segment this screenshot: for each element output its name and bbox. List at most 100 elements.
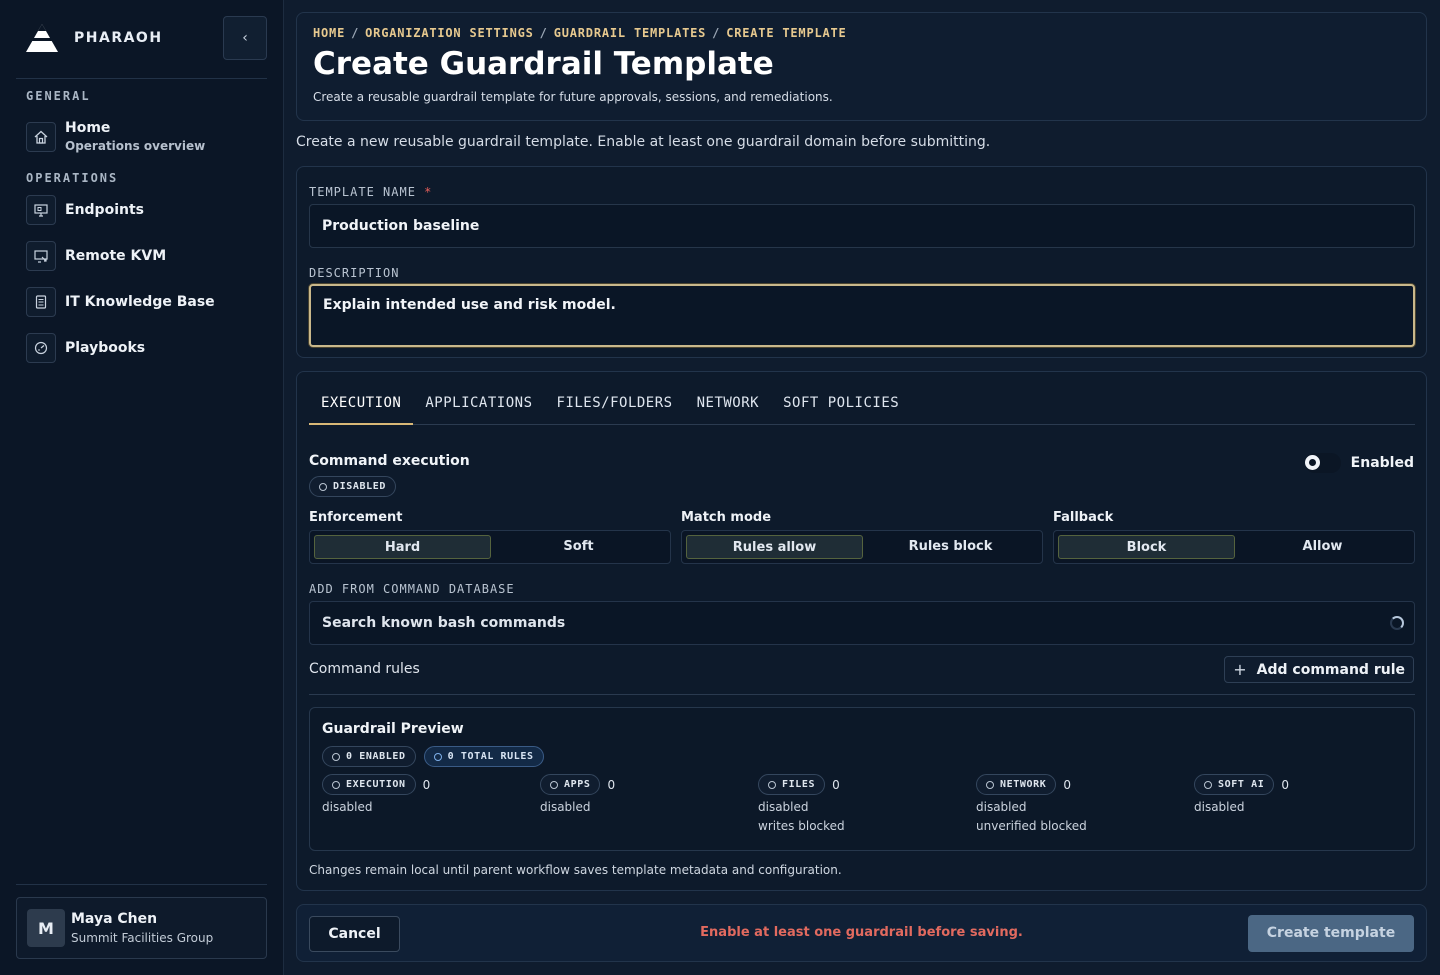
sidebar-item-label: IT Knowledge Base bbox=[65, 294, 215, 310]
template-name-input[interactable]: Production baseline bbox=[309, 204, 1415, 248]
fallback-label: Fallback bbox=[1053, 510, 1114, 525]
guardrail-preview: Guardrail Preview 0 ENABLED 0 TOTAL RULE… bbox=[309, 707, 1415, 851]
preview-domain-execution: EXECUTION 0 disabled bbox=[322, 774, 430, 814]
page-title: Create Guardrail Template bbox=[313, 46, 774, 82]
page-subtitle: Create a reusable guardrail template for… bbox=[313, 90, 833, 104]
book-icon bbox=[26, 287, 56, 317]
enforcement-soft-option[interactable]: Soft bbox=[491, 535, 666, 559]
breadcrumb: HOME / ORGANIZATION SETTINGS / GUARDRAIL TEM… bbox=[313, 26, 847, 40]
brand-name: PHARAOH bbox=[74, 30, 163, 46]
chevron-left-icon: ‹ bbox=[242, 30, 248, 46]
domain-badge: EXECUTION bbox=[322, 774, 416, 795]
total-rules-badge: 0 TOTAL RULES bbox=[423, 746, 544, 767]
sidebar-item-label: Endpoints bbox=[65, 202, 144, 218]
preview-summary: 0 ENABLED 0 TOTAL RULES bbox=[322, 746, 544, 767]
add-command-rule-label: Add command rule bbox=[1256, 661, 1405, 678]
page-header: HOME / ORGANIZATION SETTINGS / GUARDRAIL TEM… bbox=[296, 12, 1427, 121]
enabled-count-text: 0 ENABLED bbox=[346, 751, 406, 762]
match-mode-selector: Rules allow Rules block bbox=[681, 530, 1043, 564]
enforcement-selector: Hard Soft bbox=[309, 530, 671, 564]
tab-execution[interactable]: EXECUTION bbox=[309, 392, 414, 425]
section-title: Command execution bbox=[309, 453, 470, 469]
enforcement-label: Enforcement bbox=[309, 510, 403, 525]
breadcrumb-organization-settings[interactable]: ORGANIZATION SETTINGS bbox=[365, 26, 534, 40]
tab-soft-policies[interactable]: SOFT POLICIES bbox=[771, 392, 911, 425]
domain-count: 0 bbox=[607, 777, 616, 792]
toggle-label: Enabled bbox=[1350, 455, 1414, 471]
domain-badge: SOFT AI bbox=[1194, 774, 1275, 795]
required-mark: * bbox=[424, 185, 433, 199]
fallback-block-option[interactable]: Block bbox=[1058, 535, 1235, 559]
sidebar-item-label: Playbooks bbox=[65, 340, 146, 356]
preview-domain-files: FILES 0 disabled writes blocked bbox=[758, 774, 845, 833]
avatar: M bbox=[27, 909, 65, 947]
domain-badge: APPS bbox=[540, 774, 601, 795]
section-general: GENERAL bbox=[26, 89, 91, 103]
fallback-allow-option[interactable]: Allow bbox=[1235, 535, 1410, 559]
domain-count: 0 bbox=[422, 777, 431, 792]
domain-status: disabled bbox=[976, 800, 1027, 814]
info-icon bbox=[433, 752, 442, 761]
match-mode-label: Match mode bbox=[681, 510, 772, 525]
status-dot-icon bbox=[332, 780, 340, 789]
tab-applications[interactable]: APPLICATIONS bbox=[413, 392, 544, 425]
sidebar-item-label: Home bbox=[65, 120, 111, 136]
domain-name: EXECUTION bbox=[346, 779, 406, 790]
user-card[interactable]: M Maya Chen Summit Facilities Group bbox=[16, 897, 267, 959]
sidebar-item-playbooks[interactable]: Playbooks bbox=[26, 333, 145, 363]
toggle-knob bbox=[1304, 455, 1320, 470]
breadcrumb-guardrail-templates[interactable]: GUARDRAIL TEMPLATES bbox=[554, 26, 706, 40]
command-database-label: ADD FROM COMMAND DATABASE bbox=[309, 582, 515, 596]
status-dot-icon bbox=[332, 752, 340, 761]
monitor-icon bbox=[26, 195, 56, 225]
sidebar-item-sublabel: Operations overview bbox=[65, 139, 206, 153]
collapse-sidebar-button[interactable]: ‹ bbox=[223, 16, 267, 60]
enforcement-hard-option[interactable]: Hard bbox=[314, 535, 491, 559]
domain-name: SOFT AI bbox=[1218, 779, 1265, 790]
command-search-placeholder: Search known bash commands bbox=[322, 615, 566, 631]
total-rules-text: 0 TOTAL RULES bbox=[447, 751, 534, 762]
domain-count: 0 bbox=[1063, 777, 1071, 792]
breadcrumb-separator: / bbox=[712, 26, 721, 40]
create-template-button[interactable]: Create template bbox=[1248, 915, 1414, 952]
sidebar-item-home[interactable]: Home Operations overview bbox=[26, 120, 205, 153]
breadcrumb-create-template: CREATE TEMPLATE bbox=[726, 26, 847, 40]
template-form: TEMPLATE NAME * Production baseline DESC… bbox=[296, 166, 1427, 358]
tab-network[interactable]: NETWORK bbox=[685, 392, 772, 425]
loading-spinner-icon bbox=[1390, 616, 1404, 630]
tab-files-folders[interactable]: FILES/FOLDERS bbox=[545, 392, 685, 425]
match-rules-block-option[interactable]: Rules block bbox=[863, 535, 1038, 559]
home-icon bbox=[26, 121, 56, 152]
domain-name: NETWORK bbox=[1000, 779, 1047, 790]
divider bbox=[16, 78, 267, 79]
domain-count: 0 bbox=[1281, 777, 1289, 792]
description-textarea[interactable]: Explain intended use and risk model. bbox=[309, 284, 1415, 347]
guardrail-config: EXECUTION APPLICATIONS FILES/FOLDERS NET… bbox=[296, 371, 1427, 891]
add-command-rule-button[interactable]: + Add command rule bbox=[1224, 656, 1414, 683]
description-label: DESCRIPTION bbox=[309, 266, 400, 280]
match-rules-allow-option[interactable]: Rules allow bbox=[686, 535, 863, 559]
breadcrumb-home[interactable]: HOME bbox=[313, 26, 345, 40]
sidebar-item-knowledge-base[interactable]: IT Knowledge Base bbox=[26, 287, 215, 317]
preview-title: Guardrail Preview bbox=[322, 721, 464, 737]
breadcrumb-separator: / bbox=[351, 26, 360, 40]
enabled-toggle[interactable]: Enabled bbox=[1304, 453, 1414, 473]
divider bbox=[309, 694, 1415, 695]
sidebar-item-endpoints[interactable]: Endpoints bbox=[26, 195, 144, 225]
domain-status: disabled bbox=[322, 800, 373, 814]
divider bbox=[16, 884, 267, 885]
sidebar-item-label: Remote KVM bbox=[65, 248, 167, 264]
user-org: Summit Facilities Group bbox=[71, 931, 214, 945]
brand[interactable]: PHARAOH bbox=[24, 22, 163, 54]
domain-detail: unverified blocked bbox=[976, 819, 1087, 833]
status-dot-icon bbox=[986, 780, 994, 789]
status-dot-icon bbox=[319, 482, 327, 491]
intro-text: Create a new reusable guardrail template… bbox=[296, 134, 991, 150]
status-badge: DISABLED bbox=[309, 476, 396, 497]
status-dot-icon bbox=[550, 780, 558, 789]
sidebar-item-remote-kvm[interactable]: Remote KVM bbox=[26, 241, 166, 271]
toggle-track[interactable] bbox=[1304, 453, 1341, 473]
enabled-count-badge: 0 ENABLED bbox=[322, 746, 416, 767]
command-search-input[interactable]: Search known bash commands bbox=[309, 601, 1415, 645]
domain-status: disabled bbox=[1194, 800, 1245, 814]
